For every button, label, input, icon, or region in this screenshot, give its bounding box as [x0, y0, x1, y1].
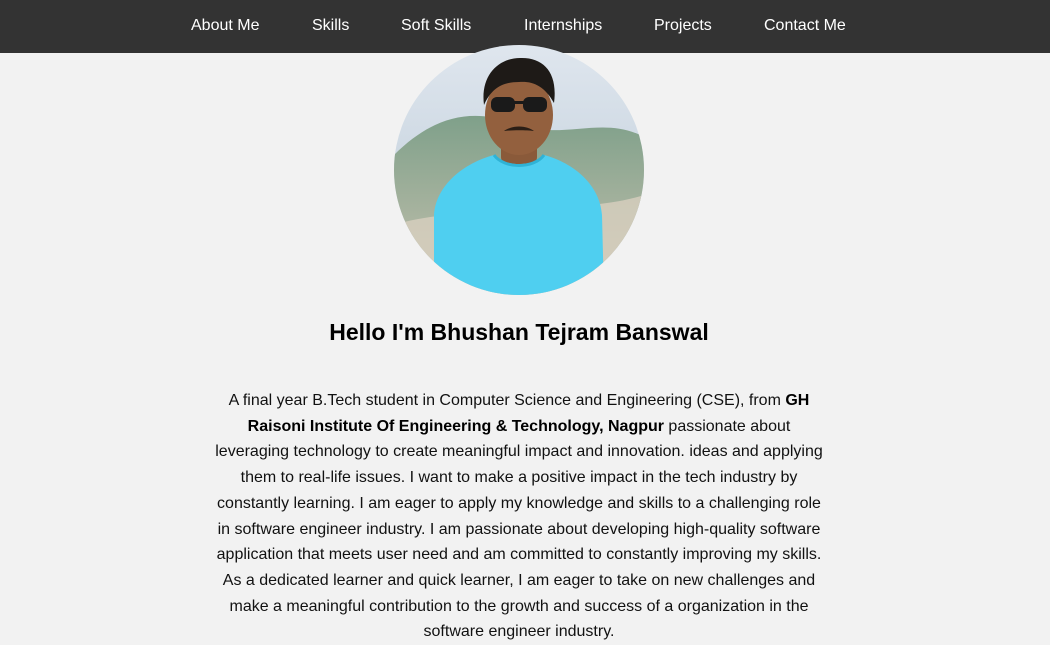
nav-link-soft-skills[interactable]: Soft Skills [401, 0, 471, 53]
nav-link-projects[interactable]: Projects [654, 0, 712, 53]
nav-link-contact-me[interactable]: Contact Me [764, 0, 846, 53]
nav-link-internships[interactable]: Internships [524, 0, 602, 53]
nav-link-skills[interactable]: Skills [312, 0, 349, 53]
bio-text-end: passionate about leveraging technology t… [215, 417, 823, 641]
bio-paragraph: A final year B.Tech student in Computer … [215, 388, 823, 645]
bio-text-start: A final year B.Tech student in Computer … [228, 392, 786, 409]
profile-photo [394, 45, 644, 295]
page-title: Hello I'm Bhushan Tejram Banswal [329, 319, 709, 345]
nav-link-about-me[interactable]: About Me [191, 0, 259, 53]
